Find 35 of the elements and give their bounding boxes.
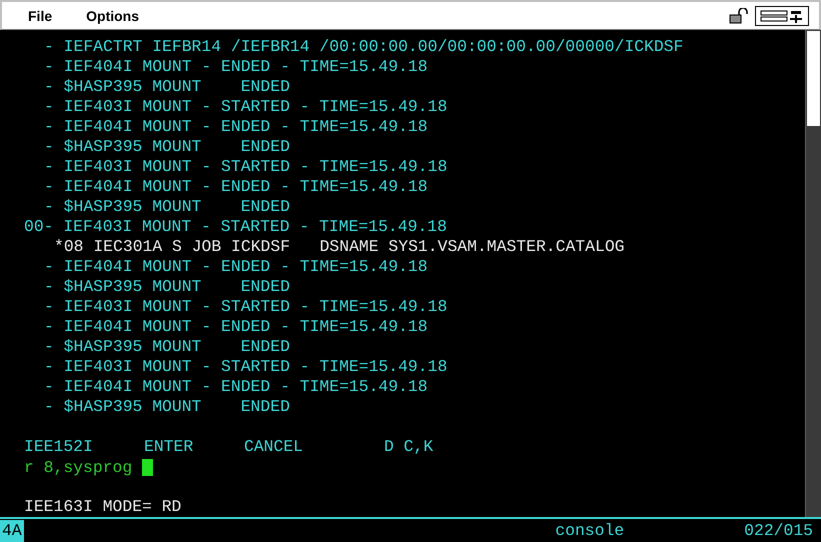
- console-message: - IEF403I MOUNT - STARTED - TIME=15.49.18: [44, 97, 448, 116]
- console-message: - $HASP395 MOUNT ENDED: [44, 397, 290, 416]
- scrollbar[interactable]: [805, 30, 821, 517]
- session-indicator: 4A: [0, 520, 24, 542]
- pf-key-label: ENTER: [144, 437, 194, 456]
- console-message: - IEF404I MOUNT - ENDED - TIME=15.49.18: [44, 317, 428, 336]
- pf-key-label: IEE152I: [24, 437, 93, 456]
- console-message: - $HASP395 MOUNT ENDED: [44, 137, 290, 156]
- console-message: - IEF404I MOUNT - ENDED - TIME=15.49.18: [44, 117, 428, 136]
- pf-key-label: CANCEL: [244, 437, 304, 456]
- menu-item[interactable]: File: [28, 8, 52, 24]
- console-message: - $HASP395 MOUNT ENDED: [44, 337, 290, 356]
- console-message: *08 IEC301A S JOB ICKDSF DSNAME SYS1.VSAM.MASTER.CATALOG: [54, 237, 624, 256]
- keyboard-icon[interactable]: [755, 6, 809, 26]
- console-message: - IEF403I MOUNT - STARTED - TIME=15.49.18: [44, 297, 448, 316]
- menu-item[interactable]: Options: [86, 8, 140, 24]
- console-message: - IEF404I MOUNT - ENDED - TIME=15.49.18: [44, 177, 428, 196]
- scroll-thumb[interactable]: [807, 31, 820, 126]
- cursor-position: 022/015: [744, 521, 813, 540]
- mode-message: IEE163I MODE= RD: [24, 497, 182, 516]
- console-message: - IEF404I MOUNT - ENDED - TIME=15.49.18: [44, 257, 428, 276]
- console-message: - IEF404I MOUNT - ENDED - TIME=15.49.18: [44, 377, 428, 396]
- console-message: - $HASP395 MOUNT ENDED: [44, 277, 290, 296]
- console-message: - $HASP395 MOUNT ENDED: [44, 77, 290, 96]
- console-message: - IEFACTRT IEFBR14 /IEFBR14 /00:00:00.00/00:00:00.00/00000/ICKDSF: [44, 37, 684, 56]
- text-cursor: [142, 458, 154, 476]
- console-message: 00- IEF403I MOUNT - STARTED - TIME=15.49.18: [24, 217, 447, 236]
- session-name: console: [555, 521, 624, 540]
- unlocked-padlock-icon: [729, 8, 749, 24]
- command-input[interactable]: r 8,sysprog: [24, 458, 132, 476]
- console-message: - $HASP395 MOUNT ENDED: [44, 197, 290, 216]
- pf-key-label: D C,K: [384, 437, 434, 456]
- console-message: - IEF403I MOUNT - STARTED - TIME=15.49.18: [44, 157, 448, 176]
- console-message: - IEF404I MOUNT - ENDED - TIME=15.49.18: [44, 57, 428, 76]
- console-message: - IEF403I MOUNT - STARTED - TIME=15.49.18: [44, 357, 448, 376]
